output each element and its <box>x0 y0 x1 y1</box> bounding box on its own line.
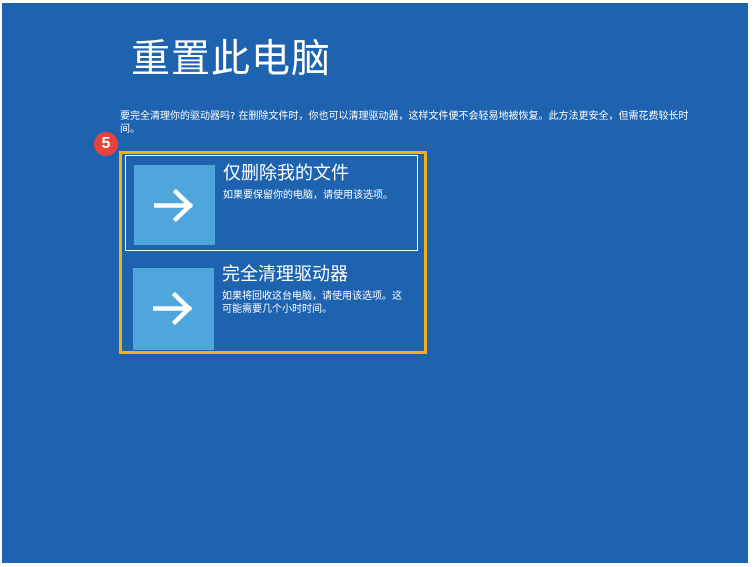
reset-pc-screen: 重置此电脑 要完全清理你的驱动器吗? 在删除文件时，你也可以清理驱动器，这样文件… <box>2 3 748 563</box>
option-remove-my-files[interactable]: 仅删除我的文件 如果要保留你的电脑，请使用该选项。 <box>125 155 418 251</box>
option-description: 如果将回收这台电脑，请使用该选项。这可能需要几个小时时间。 <box>222 291 402 315</box>
page-title: 重置此电脑 <box>131 37 332 82</box>
option-title: 完全清理驱动器 <box>222 264 348 285</box>
option-title: 仅删除我的文件 <box>223 163 349 184</box>
option-tile <box>133 268 214 350</box>
step-badge: 5 <box>94 132 118 156</box>
page-description: 要完全清理你的驱动器吗? 在删除文件时，你也可以清理驱动器，这样文件便不会轻易地… <box>120 111 689 135</box>
option-tile <box>134 165 215 245</box>
arrow-right-icon <box>154 188 194 223</box>
arrow-right-icon <box>153 291 193 326</box>
option-fully-clean-drive[interactable]: 完全清理驱动器 如果将回收这台电脑，请使用该选项。这可能需要几个小时时间。 <box>125 257 418 353</box>
option-description: 如果要保留你的电脑，请使用该选项。 <box>223 190 393 201</box>
